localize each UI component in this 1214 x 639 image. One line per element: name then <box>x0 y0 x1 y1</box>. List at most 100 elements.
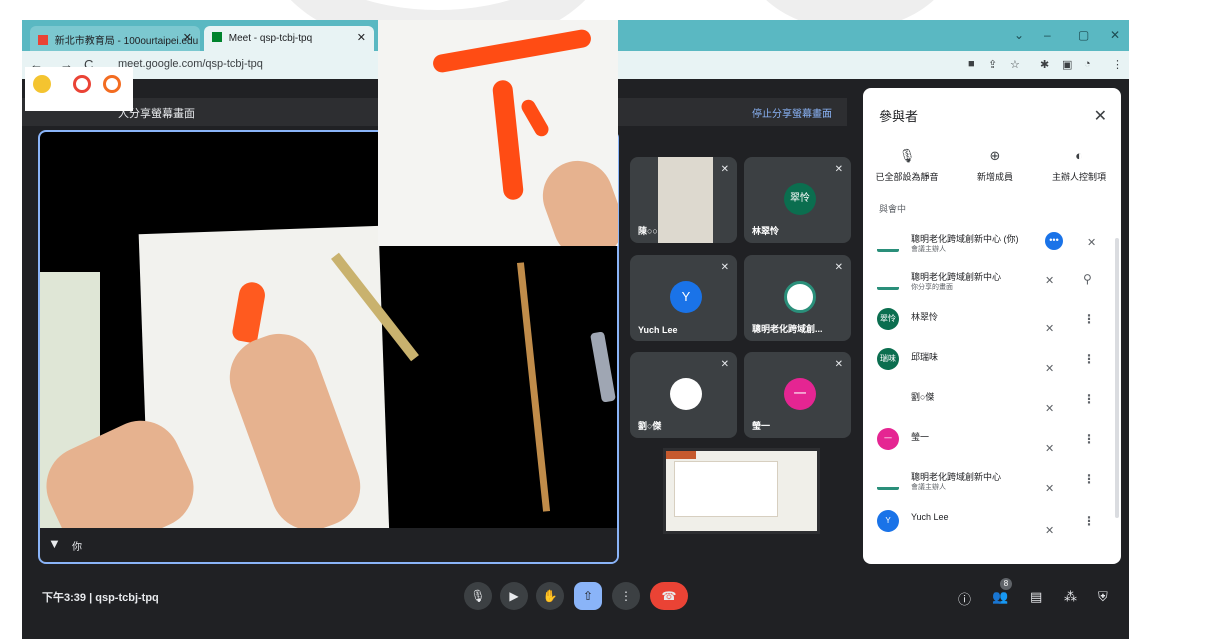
org-logo-avatar <box>877 230 899 252</box>
mute-all-button[interactable]: 🎙 已全部設為靜音 <box>867 148 947 183</box>
participant-tile[interactable]: ✕ 陳○○ <box>630 157 737 243</box>
meeting-details-icon[interactable]: ⓘ <box>958 589 971 608</box>
hang-up-button[interactable]: ☎ <box>650 582 688 610</box>
mic-off-icon[interactable]: ✕ <box>1045 274 1054 287</box>
participant-tile[interactable]: ✕ 劉○傑 <box>630 352 737 438</box>
mic-off-icon[interactable]: ✕ <box>1045 524 1054 537</box>
participant-row[interactable]: 一 瑩一 ✕ ⋮ <box>877 424 1107 456</box>
extensions-icon[interactable]: ✱ <box>1040 58 1049 71</box>
activities-icon[interactable]: ⁂ <box>1064 589 1077 605</box>
close-window-icon[interactable]: ✕ <box>1110 28 1120 42</box>
mic-off-icon: ✕ <box>720 262 729 273</box>
close-icon[interactable]: ✕ <box>1094 106 1107 126</box>
maximize-icon[interactable]: ▢ <box>1078 28 1089 42</box>
profile-avatar[interactable]: ◔ <box>1084 58 1091 70</box>
browser-tab-meet[interactable]: Meet - qsp-tcbj-tpq ✕ <box>204 26 374 51</box>
participant-row[interactable]: 聰明老化跨域創新中心 你分享的畫面 ✕ ⚲ <box>877 264 1107 296</box>
tab-search-icon[interactable]: ⌄ <box>1014 28 1024 42</box>
extension-icon[interactable] <box>103 75 121 93</box>
panel-scrollbar[interactable] <box>1115 238 1119 518</box>
pin-icon[interactable]: ⚲ <box>1083 272 1092 286</box>
menu-icon[interactable]: ⋮ <box>1112 58 1123 71</box>
participant-row[interactable]: 瑞味 邱瑞味 ✕ ⋮ <box>877 344 1107 376</box>
tile-name: 林翠怜 <box>752 226 780 236</box>
mic-off-icon: ✕ <box>834 359 843 370</box>
more-options-icon[interactable]: ⋮ <box>1083 472 1095 486</box>
participant-role: 你分享的畫面 <box>911 284 953 291</box>
participant-row[interactable]: 翠怜 林翠怜 ✕ ⋮ <box>877 304 1107 336</box>
participant-name: 邱瑞味 <box>911 352 939 362</box>
ink-stroke <box>431 28 593 74</box>
participant-tile[interactable]: ✕ 聰明老化跨域創... <box>744 255 851 341</box>
mic-off-icon[interactable]: ✕ <box>1045 322 1054 335</box>
present-button[interactable]: ⇧ <box>574 582 602 610</box>
meet-screen: 新北市教育局 - 100ourtaipei.edu ✕ Meet - qsp-t… <box>22 20 1129 639</box>
more-options-button[interactable]: ⋮ <box>612 582 640 610</box>
pin-icon[interactable]: ▼ <box>48 536 61 551</box>
close-tab-icon[interactable]: ✕ <box>357 31 366 44</box>
writing-hand <box>533 151 618 246</box>
share-icon[interactable]: ⇪ <box>988 58 997 71</box>
participant-tile[interactable]: Y ✕ Yuch Lee <box>630 255 737 341</box>
avatar: Y <box>877 510 899 532</box>
host-controls-icon[interactable]: ⛨ <box>1098 589 1108 605</box>
participant-row[interactable]: 聰明老化跨域創新中心 (你) 會議主辦人 ••• ✕ <box>877 226 1107 258</box>
extension-icon[interactable] <box>73 75 91 93</box>
camera-button[interactable]: ▶ <box>500 582 528 610</box>
participant-name: Yuch Lee <box>911 512 949 522</box>
bookmark-star-icon[interactable]: ☆ <box>1010 58 1020 71</box>
extension-popup <box>25 67 133 111</box>
more-options-icon[interactable]: ⋮ <box>1083 312 1095 326</box>
mic-button[interactable]: 🎙 <box>464 582 492 610</box>
mic-off-icon[interactable]: ✕ <box>1087 236 1096 249</box>
participant-row[interactable]: Y Yuch Lee ✕ ⋮ <box>877 506 1107 538</box>
extension-icon[interactable] <box>33 75 51 93</box>
org-logo-avatar <box>877 268 899 290</box>
slide-preview <box>674 461 778 517</box>
participant-tile[interactable]: 翠怜 ✕ 林翠怜 <box>744 157 851 243</box>
mic-off-icon[interactable]: ✕ <box>1045 362 1054 375</box>
avatar: 一 <box>877 428 899 450</box>
host-controls-button[interactable]: ◐ 主辦人控制項 <box>1039 148 1119 183</box>
camera-indicator-icon[interactable]: ■ <box>968 58 975 70</box>
toggle-icon: ◐ <box>1075 148 1083 163</box>
mic-off-icon[interactable]: ✕ <box>1045 402 1054 415</box>
mic-off-icon[interactable]: ✕ <box>1045 442 1054 455</box>
participant-tile[interactable]: 一 ✕ 瑩一 <box>744 352 851 438</box>
more-options-icon[interactable]: ••• <box>1045 232 1063 250</box>
participant-name: 林翠怜 <box>911 312 939 322</box>
mic-off-icon: ✕ <box>834 262 843 273</box>
tile-name: 陳○○ <box>638 226 658 236</box>
org-logo-avatar <box>877 468 899 490</box>
stop-sharing-button[interactable]: 停止分享螢幕畫面 <box>752 105 832 120</box>
participant-row[interactable]: 劉○傑 ✕ ⋮ <box>877 384 1107 416</box>
participant-row[interactable]: 聰明老化跨域創新中心 會議主辦人 ✕ ⋮ <box>877 464 1107 496</box>
avatar: Y <box>670 281 702 313</box>
browser-tab-mail[interactable]: 新北市教育局 - 100ourtaipei.edu ✕ <box>30 26 200 51</box>
ink-stroke <box>518 97 552 139</box>
mic-off-icon: ✕ <box>720 164 729 175</box>
minimize-icon[interactable]: – <box>1044 28 1051 42</box>
more-options-icon[interactable]: ⋮ <box>1083 514 1095 528</box>
ink-stroke <box>491 79 525 201</box>
people-count-badge: 8 <box>1000 578 1012 590</box>
meeting-code: qsp-tcbj-tpq <box>95 592 159 604</box>
tile-name: 瑩一 <box>752 421 771 431</box>
add-person-icon: ⊕ <box>989 148 1001 163</box>
raise-hand-button[interactable]: ✋ <box>536 582 564 610</box>
brush-handle <box>516 262 551 512</box>
action-label: 主辦人控制項 <box>1051 172 1106 182</box>
self-label: 你 <box>72 542 82 553</box>
sidebar-icon[interactable]: ▣ <box>1062 58 1072 71</box>
chat-icon[interactable]: ▤ <box>1030 589 1042 605</box>
people-icon[interactable]: 👥 <box>992 589 1008 605</box>
more-options-icon[interactable]: ⋮ <box>1083 432 1095 446</box>
close-tab-icon[interactable]: ✕ <box>183 31 192 44</box>
more-options-icon[interactable]: ⋮ <box>1083 392 1095 406</box>
more-options-icon[interactable]: ⋮ <box>1083 352 1095 366</box>
add-people-button[interactable]: ⊕ 新增成員 <box>955 148 1035 183</box>
presentation-thumbnail[interactable] <box>663 448 820 534</box>
mic-off-icon[interactable]: ✕ <box>1045 482 1054 495</box>
gmail-icon <box>38 35 48 45</box>
url-field[interactable]: meet.google.com/qsp-tcbj-tpq <box>118 58 263 70</box>
